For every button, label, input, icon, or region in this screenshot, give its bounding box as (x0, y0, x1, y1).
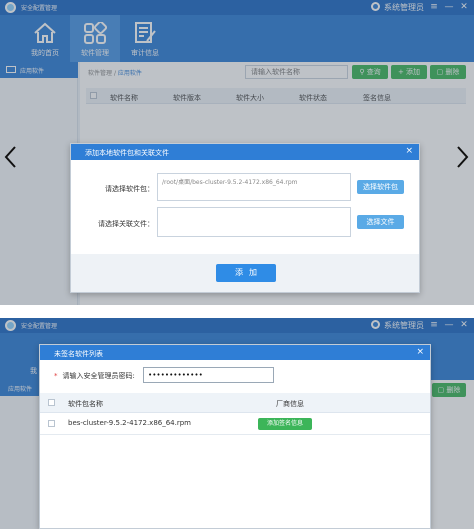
next-arrow-icon[interactable] (456, 145, 470, 169)
close-icon[interactable]: × (405, 146, 413, 156)
submit-add-button[interactable]: 添加 (216, 264, 276, 282)
related-file-field[interactable] (157, 207, 351, 237)
package-path-field[interactable]: /root/桌面/bes-cluster-9.5.2-4172.x86_64.r… (157, 173, 351, 201)
select-all-checkbox[interactable] (48, 399, 55, 406)
choose-file-button[interactable]: 选择文件 (357, 215, 404, 229)
package-name: bes-cluster-9.5.2-4172.x86_64.rpm (68, 419, 192, 427)
unsigned-software-dialog: 未签名软件列表 × * 请输入安全管理员密码: ••••••••••••• 软件包… (39, 344, 431, 529)
dialog-footer: 添加 (71, 254, 419, 292)
column-header-vendor[interactable]: 厂商信息 (276, 399, 304, 409)
add-signature-button[interactable]: 添加签名信息 (258, 418, 312, 430)
close-icon[interactable]: × (416, 347, 424, 357)
dialog-title: 添加本地软件包和关联文件 (85, 149, 169, 157)
row-checkbox[interactable] (48, 420, 55, 427)
table-header: 软件包名称 厂商信息 (40, 393, 430, 413)
dialog-header: 未签名软件列表 × (40, 345, 430, 360)
password-input[interactable]: ••••••••••••• (143, 367, 274, 383)
app-window-signature: 安全配置管理 系统管理员 ≡ — ✕ 我 应用软件 ▢ 删除 未签名软件列表 ×… (0, 318, 474, 529)
package-label: 请选择软件包： (105, 185, 154, 193)
table-row[interactable]: bes-cluster-9.5.2-4172.x86_64.rpm 添加签名信息 (40, 413, 430, 435)
dialog-title: 未签名软件列表 (54, 350, 103, 358)
dialog-header: 添加本地软件包和关联文件 × (71, 144, 419, 160)
choose-package-button[interactable]: 选择软件包 (357, 180, 404, 194)
required-mark: * (54, 372, 58, 380)
previous-arrow-icon[interactable] (3, 145, 17, 169)
column-header-package[interactable]: 软件包名称 (68, 399, 103, 409)
add-package-dialog: 添加本地软件包和关联文件 × 请选择软件包： /root/桌面/bes-clus… (70, 143, 420, 293)
password-label: * 请输入安全管理员密码: (54, 371, 135, 381)
related-file-label: 请选择关联文件： (98, 220, 154, 228)
app-window-main: 安全配置管理 系统管理员 ≡ — ✕ 我的首页 软件管理 审计信息 应用软件 软… (0, 0, 474, 305)
password-label-text: 请输入安全管理员密码: (62, 372, 135, 380)
